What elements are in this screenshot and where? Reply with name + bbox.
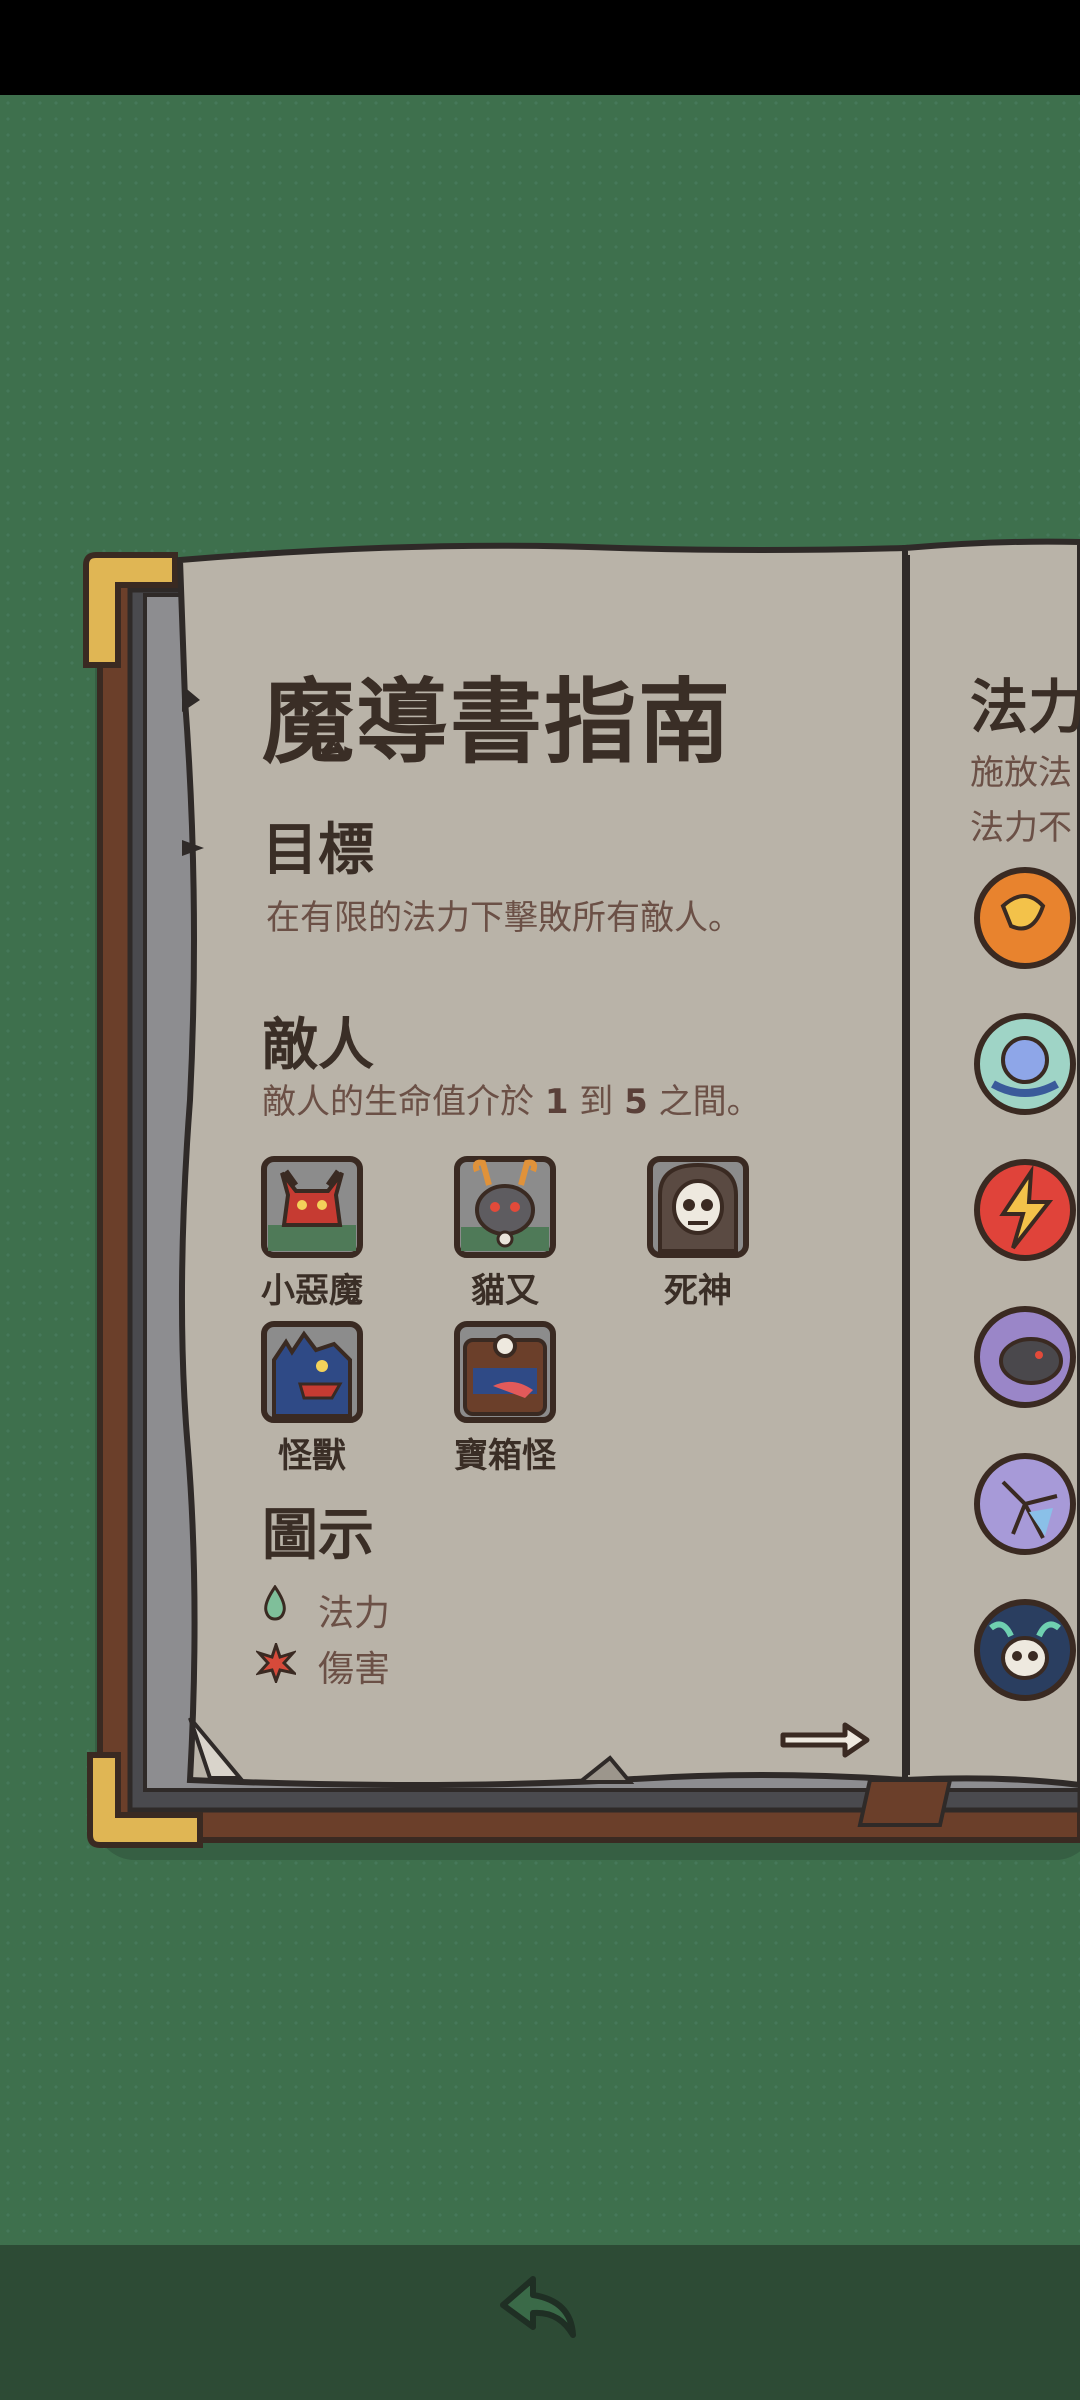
imp-portrait-icon — [260, 1155, 364, 1259]
wind-spell-icon[interactable] — [973, 1012, 1077, 1116]
goal-heading: 目標 — [262, 818, 374, 883]
enemy-mimic[interactable]: 寶箱怪 — [440, 1320, 570, 1477]
legend-mana-label: 法力 — [318, 1593, 391, 1634]
right-page-title: 法力 — [970, 673, 1080, 741]
guide-title: 魔導書指南 — [262, 669, 733, 776]
enemy-reaper[interactable]: 死神 — [633, 1155, 763, 1312]
right-page-line1: 施放法 — [970, 753, 1072, 793]
right-page-line2: 法力不 — [970, 808, 1072, 848]
damage-burst-icon — [254, 1640, 299, 1687]
back-arrow-icon[interactable] — [495, 2265, 585, 2355]
next-page-arrow-icon[interactable] — [775, 1715, 875, 1765]
ice-spell-icon[interactable] — [973, 1452, 1077, 1556]
lightning-spell-icon[interactable] — [973, 1158, 1077, 1262]
enemy-name: 小惡魔 — [261, 1271, 363, 1311]
enemy-imp[interactable]: 小惡魔 — [247, 1155, 377, 1312]
enemy-desc-mid: 到 — [568, 1082, 625, 1122]
monster-portrait-icon — [260, 1320, 364, 1424]
enemy-monster[interactable]: 怪獸 — [247, 1320, 377, 1477]
enemy-name: 怪獸 — [278, 1436, 346, 1476]
enemy-desc-prefix: 敵人的生命值介於 — [262, 1082, 545, 1122]
reaper-portrait-icon — [646, 1155, 750, 1259]
legend-damage-label: 傷害 — [318, 1649, 391, 1690]
skull-spell-icon[interactable] — [973, 1598, 1077, 1702]
enemy-description: 敵人的生命值介於 1 到 5 之間。 — [262, 1074, 761, 1123]
enemy-nekomata[interactable]: 貓又 — [440, 1155, 570, 1312]
enemy-name: 貓又 — [471, 1271, 539, 1311]
enemy-name: 寶箱怪 — [454, 1436, 556, 1476]
enemy-desc-suffix: 之間。 — [647, 1082, 761, 1122]
nekomata-portrait-icon — [453, 1155, 557, 1259]
mimic-portrait-icon — [453, 1320, 557, 1424]
rat-spell-icon[interactable] — [973, 1305, 1077, 1409]
icons-heading: 圖示 — [262, 1503, 374, 1568]
fireball-spell-icon[interactable] — [973, 866, 1077, 970]
goal-description: 在有限的法力下擊敗所有敵人。 — [266, 898, 742, 938]
status-bar — [0, 0, 1080, 95]
enemy-hp-max: 5 — [624, 1082, 648, 1122]
enemy-name: 死神 — [664, 1271, 732, 1311]
enemy-hp-min: 1 — [544, 1082, 569, 1122]
enemy-heading: 敵人 — [262, 1013, 374, 1078]
mana-drop-icon — [262, 1584, 288, 1625]
